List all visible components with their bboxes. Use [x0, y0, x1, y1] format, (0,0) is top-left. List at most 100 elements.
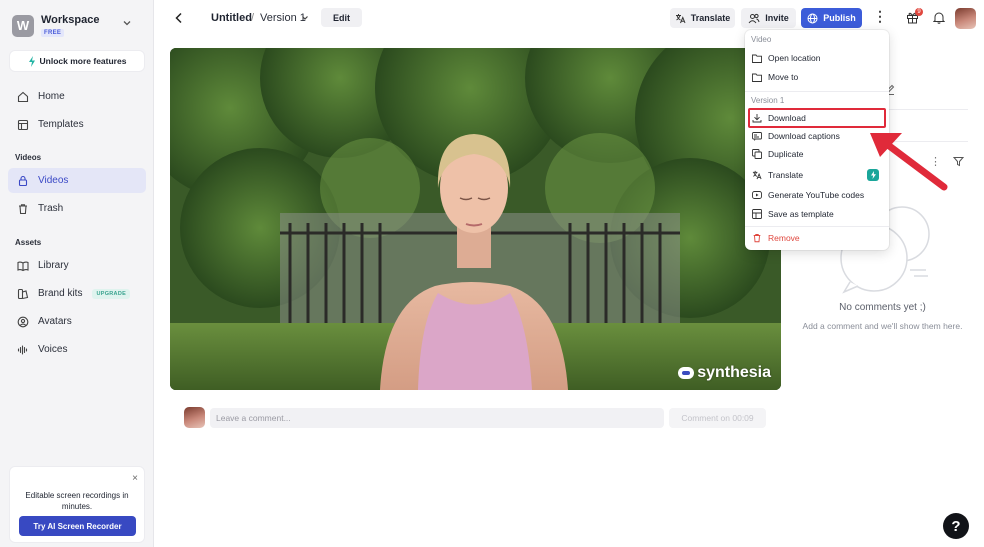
nav-avatars-label: Avatars: [38, 316, 72, 327]
no-comments-subtitle: Add a comment and we'll show them here.: [802, 321, 963, 331]
menu-generate-youtube-label: Generate YouTube codes: [768, 190, 865, 200]
folder-icon: [752, 54, 762, 63]
menu-header-version: Version 1: [751, 96, 785, 105]
menu-download-captions[interactable]: Download captions: [752, 128, 884, 144]
watermark-text: synthesia: [697, 364, 771, 381]
nav-library[interactable]: Library: [8, 253, 146, 278]
synthesia-watermark: synthesia: [678, 364, 771, 382]
commenter-avatar: [184, 407, 205, 428]
nav-templates[interactable]: Templates: [8, 112, 146, 137]
video-frame: [170, 48, 781, 390]
nav-home-label: Home: [38, 91, 65, 102]
translate-label: Translate: [690, 13, 731, 23]
help-button[interactable]: ?: [943, 513, 969, 539]
menu-save-template-label: Save as template: [768, 209, 834, 219]
menu-remove-label: Remove: [768, 233, 800, 243]
captions-icon: [752, 131, 762, 141]
nav-videos[interactable]: Videos: [8, 168, 146, 193]
translate-button[interactable]: Translate: [670, 8, 735, 28]
promo-text: Editable screen recordings in minutes.: [25, 491, 129, 511]
comment-submit-button[interactable]: Comment on 00:09: [669, 408, 766, 428]
templates-icon: [17, 119, 29, 130]
brand-kit-icon: [17, 288, 29, 299]
download-highlight-box: [748, 108, 886, 128]
translate-icon: [675, 13, 686, 23]
nav-avatars[interactable]: Avatars: [8, 309, 146, 334]
menu-translate-label: Translate: [768, 170, 804, 180]
nav-brand-kits-label: Brand kits: [38, 288, 83, 299]
library-icon: [17, 261, 29, 271]
menu-save-as-template[interactable]: Save as template: [752, 206, 884, 222]
workspace-switcher[interactable]: W Workspace FREE: [12, 14, 100, 37]
duplicate-icon: [752, 149, 762, 159]
translate-icon: [752, 170, 762, 180]
nav-voices-label: Voices: [38, 344, 68, 355]
menu-duplicate[interactable]: Duplicate: [752, 146, 884, 162]
version-selector[interactable]: Version 1: [260, 12, 306, 24]
nav-trash-label: Trash: [38, 203, 64, 214]
synthesia-logo-icon: [678, 367, 695, 379]
comment-input[interactable]: [210, 408, 664, 428]
more-options-icon[interactable]: ⋮: [873, 9, 887, 23]
videos-section-label: Videos: [15, 153, 42, 162]
close-icon[interactable]: ×: [132, 473, 138, 484]
plan-badge: FREE: [41, 29, 65, 37]
nav-brand-kits[interactable]: Brand kits UPGRADE: [8, 281, 146, 306]
bolt-icon: [28, 55, 35, 67]
voice-icon: [17, 344, 28, 355]
chevron-down-icon[interactable]: [301, 14, 309, 22]
nav-library-label: Library: [38, 260, 69, 271]
workspace-name: Workspace: [41, 14, 100, 26]
workspace-avatar: W: [12, 14, 34, 37]
menu-move-to[interactable]: Move to: [752, 69, 884, 85]
menu-open-location[interactable]: Open location: [752, 50, 884, 66]
menu-divider: [745, 91, 889, 92]
nav-trash[interactable]: Trash: [8, 196, 146, 221]
invite-users-icon: [748, 13, 760, 23]
menu-duplicate-label: Duplicate: [768, 149, 804, 159]
notification-count-badge: 9: [915, 8, 923, 16]
sidebar: W Workspace FREE Unlock more features Ho…: [0, 0, 154, 547]
no-comments-title: No comments yet ;): [839, 302, 926, 313]
nav-home[interactable]: Home: [8, 84, 146, 109]
invite-button[interactable]: Invite: [741, 8, 796, 28]
user-avatar[interactable]: [955, 8, 976, 29]
unlock-features-button[interactable]: Unlock more features: [9, 50, 145, 72]
menu-divider: [745, 226, 889, 227]
video-title[interactable]: Untitled: [211, 12, 252, 24]
nav-templates-label: Templates: [38, 119, 84, 130]
bell-icon[interactable]: [933, 11, 945, 24]
red-arrow-annotation-icon: [870, 133, 948, 191]
move-folder-icon: [752, 73, 762, 82]
publish-button[interactable]: Publish: [801, 8, 862, 28]
back-arrow-icon[interactable]: [172, 11, 186, 25]
try-screen-recorder-button[interactable]: Try AI Screen Recorder: [19, 516, 136, 536]
avatar-icon: [17, 316, 29, 327]
globe-icon: [807, 13, 818, 23]
menu-translate[interactable]: Translate: [752, 167, 884, 183]
nav-videos-label: Videos: [38, 175, 69, 186]
menu-download-captions-label: Download captions: [768, 131, 840, 141]
nav-voices[interactable]: Voices: [8, 337, 146, 362]
filter-icon[interactable]: [953, 156, 964, 167]
menu-header-video: Video: [751, 35, 772, 44]
menu-remove[interactable]: Remove: [752, 230, 884, 246]
home-icon: [17, 91, 29, 102]
invite-label: Invite: [765, 13, 789, 23]
publish-label: Publish: [823, 13, 856, 23]
upgrade-badge[interactable]: UPGRADE: [92, 288, 131, 299]
trash-icon: [753, 234, 761, 243]
promo-card: × Editable screen recordings in minutes.…: [9, 466, 145, 543]
menu-generate-youtube-codes[interactable]: Generate YouTube codes: [752, 187, 884, 203]
assets-section-label: Assets: [15, 238, 42, 247]
video-player[interactable]: synthesia: [170, 48, 781, 390]
lock-icon: [18, 175, 28, 186]
breadcrumb-separator: /: [251, 12, 255, 24]
chevron-down-icon[interactable]: [122, 18, 132, 28]
play-circle-icon: [752, 191, 762, 199]
edit-button[interactable]: Edit: [321, 8, 362, 27]
menu-move-to-label: Move to: [768, 72, 799, 82]
menu-open-location-label: Open location: [768, 53, 821, 63]
trash-icon: [19, 203, 27, 214]
template-icon: [752, 209, 762, 219]
